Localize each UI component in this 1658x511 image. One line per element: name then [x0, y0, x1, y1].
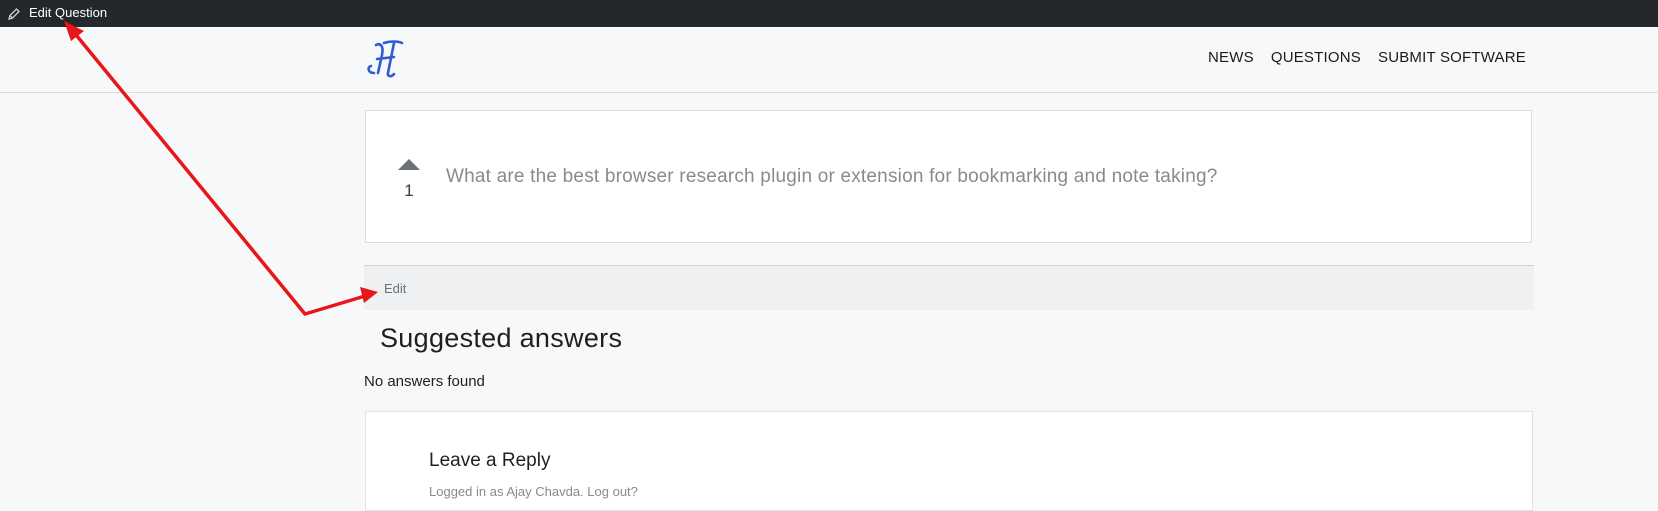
- vote-count: 1: [404, 181, 414, 200]
- edit-bar: Edit: [364, 265, 1534, 310]
- edit-link[interactable]: Edit: [384, 281, 406, 296]
- logout-link[interactable]: Log out?: [587, 484, 638, 499]
- reply-title: Leave a Reply: [429, 450, 551, 471]
- upvote-arrow-icon[interactable]: [398, 159, 420, 170]
- reply-card: Leave a Reply Logged in as Ajay Chavda. …: [365, 411, 1533, 511]
- no-answers-text: No answers found: [364, 373, 485, 390]
- edit-question-link[interactable]: Edit Question: [29, 6, 107, 20]
- logged-in-as-text[interactable]: Logged in as Ajay Chavda.: [429, 484, 584, 499]
- nav-questions[interactable]: QUESTIONS: [1271, 49, 1361, 67]
- pencil-icon[interactable]: [7, 6, 21, 20]
- annotation-arrow-line-right: [303, 294, 367, 316]
- nav-news[interactable]: NEWS: [1208, 49, 1254, 67]
- question-card: 1 What are the best browser research plu…: [365, 110, 1532, 243]
- site-header: NEWS QUESTIONS SUBMIT SOFTWARE: [0, 27, 1658, 93]
- logged-in-text: Logged in as Ajay Chavda. Log out?: [429, 484, 638, 499]
- site-logo[interactable]: [364, 39, 412, 79]
- main-nav: NEWS QUESTIONS SUBMIT SOFTWARE: [1191, 49, 1526, 67]
- question-title: What are the best browser research plugi…: [446, 166, 1218, 187]
- admin-bar: Edit Question: [0, 0, 1658, 27]
- nav-submit-software[interactable]: SUBMIT SOFTWARE: [1378, 49, 1526, 67]
- suggested-answers-heading: Suggested answers: [380, 323, 623, 353]
